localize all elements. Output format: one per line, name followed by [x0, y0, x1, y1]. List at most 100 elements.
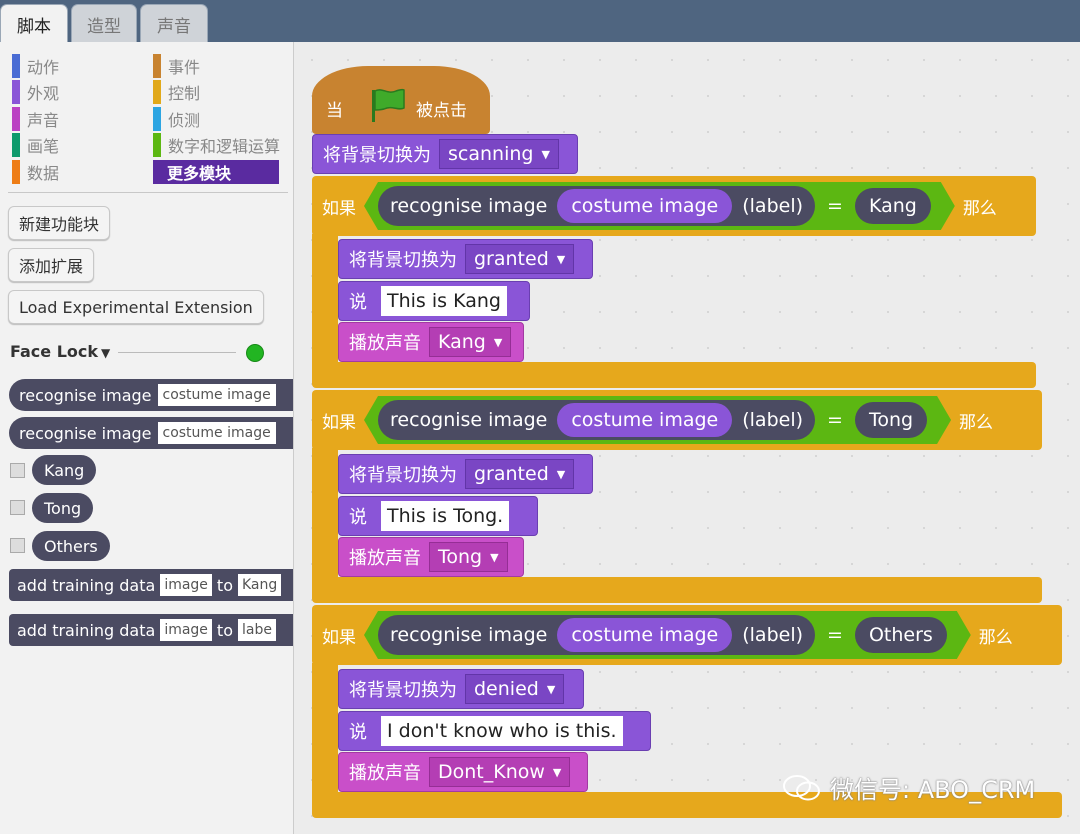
play-sound-block[interactable]: 播放声音 Tong ▼	[338, 537, 524, 577]
category-label: 数据	[27, 164, 60, 183]
tab-scripts[interactable]: 脚本	[0, 4, 68, 44]
category-sound[interactable]: 声音	[12, 107, 59, 131]
label-others-checkbox[interactable]	[10, 538, 25, 553]
say-text-input[interactable]: This is Tong.	[381, 501, 510, 531]
equals-operator-block[interactable]: recognise image costume image (label) = …	[364, 396, 951, 444]
equals-operator-block[interactable]: recognise image costume image (label) = …	[364, 611, 971, 659]
dropdown-value: Kang	[438, 331, 486, 353]
block-label: recognise image	[19, 423, 152, 443]
switch-backdrop-block[interactable]: 将背景切换为 denied ▼	[338, 669, 584, 709]
make-block-button[interactable]: 新建功能块	[8, 206, 111, 240]
backdrop-dropdown[interactable]: denied ▼	[465, 674, 565, 704]
tab-sounds[interactable]: 声音	[140, 4, 208, 44]
block-label: 说	[349, 507, 367, 528]
category-data[interactable]: 数据	[12, 160, 59, 184]
if-then-block[interactable]: 如果 recognise image costume image (label)…	[312, 605, 1062, 665]
block-label: to	[216, 575, 233, 595]
costume-image-reporter[interactable]: costume image	[557, 403, 732, 437]
label-value-reporter[interactable]: Others	[855, 617, 947, 653]
dropdown-arrow-icon: ▼	[556, 252, 566, 266]
add-extension-button[interactable]: 添加扩展	[8, 248, 95, 282]
recognise-image-reporter[interactable]: recognise image costume image (label)	[378, 400, 815, 440]
then-label: 那么	[962, 198, 997, 219]
say-block[interactable]: 说 I don't know who is this.	[338, 711, 651, 751]
if-block-bottom	[312, 577, 1042, 603]
wechat-icon	[783, 774, 820, 800]
add-training-data-block[interactable]: add training data image to Kang	[9, 569, 293, 601]
backdrop-dropdown[interactable]: granted ▼	[465, 459, 575, 489]
category-label: 控制	[168, 84, 201, 103]
costume-image-reporter[interactable]: costume image	[557, 618, 732, 652]
label-others-reporter[interactable]: Others	[32, 531, 110, 561]
label-kang-reporter[interactable]: Kang	[32, 455, 97, 485]
category-color-swatch	[12, 160, 20, 184]
if-then-block[interactable]: 如果 recognise image costume image (label)…	[312, 390, 1042, 450]
label-value-reporter[interactable]: Kang	[855, 188, 931, 224]
backdrop-dropdown[interactable]: scanning ▼	[439, 139, 559, 169]
if-block-arm	[312, 663, 338, 795]
say-text-input[interactable]: I don't know who is this.	[381, 716, 623, 746]
if-label: 如果	[322, 627, 356, 648]
if-then-block[interactable]: 如果 recognise image costume image (label)…	[312, 176, 1036, 236]
extension-divider	[118, 352, 236, 353]
recognise-image-reporter[interactable]: recognise image costume image (label)	[378, 615, 815, 655]
load-experimental-extension-button[interactable]: Load Experimental Extension	[8, 290, 264, 324]
category-color-swatch	[12, 133, 20, 157]
sound-dropdown[interactable]: Tong ▼	[429, 542, 508, 572]
equals-sign: =	[827, 195, 843, 217]
block-input-slot[interactable]: Kang	[237, 574, 282, 596]
say-block[interactable]: 说 This is Kang	[338, 281, 530, 321]
tab-costumes[interactable]: 造型	[71, 4, 137, 44]
equals-operator-block[interactable]: recognise image costume image (label) = …	[364, 182, 955, 230]
block-input-slot[interactable]: image	[160, 619, 212, 641]
category-operators[interactable]: 数字和逻辑运算	[153, 133, 280, 157]
play-sound-block[interactable]: 播放声音 Dont_Know ▼	[338, 752, 588, 792]
sound-dropdown[interactable]: Dont_Know ▼	[429, 757, 571, 787]
category-color-swatch	[153, 133, 161, 157]
label-kang-checkbox[interactable]	[10, 463, 25, 478]
label-tong-reporter[interactable]: Tong	[32, 493, 94, 523]
block-label: (label)	[742, 195, 804, 217]
sound-dropdown[interactable]: Kang ▼	[429, 327, 512, 357]
category-color-swatch	[153, 80, 161, 104]
block-label: 播放声音	[349, 333, 421, 354]
category-label: 数字和逻辑运算	[168, 137, 281, 156]
chevron-down-icon[interactable]: ▼	[101, 346, 110, 360]
recognise-image-reporter[interactable]: recognise image costume image	[9, 417, 293, 449]
category-more-blocks[interactable]: 更多模块	[153, 160, 279, 184]
block-label: 说	[349, 722, 367, 743]
category-events[interactable]: 事件	[153, 54, 200, 78]
block-input-slot[interactable]: costume image	[157, 384, 276, 406]
label-tong-checkbox[interactable]	[10, 500, 25, 515]
block-label: recognise image	[19, 385, 152, 405]
say-text-input[interactable]: This is Kang	[381, 286, 507, 316]
category-label: 事件	[168, 58, 201, 77]
block-label: add training data	[17, 575, 156, 595]
watermark: 微信号: ABO_CRM	[782, 770, 1035, 805]
label-value-reporter[interactable]: Tong	[855, 402, 927, 438]
category-looks[interactable]: 外观	[12, 80, 59, 104]
switch-backdrop-block[interactable]: 将背景切换为 granted ▼	[338, 454, 593, 494]
when-flag-clicked-block[interactable]: 当 被点击	[312, 66, 490, 134]
recognise-image-reporter[interactable]: recognise image costume image	[9, 379, 293, 411]
then-label: 那么	[959, 412, 994, 433]
switch-backdrop-block[interactable]: 将背景切换为 granted ▼	[338, 239, 593, 279]
costume-image-reporter[interactable]: costume image	[557, 189, 732, 223]
backdrop-dropdown[interactable]: granted ▼	[465, 244, 575, 274]
block-input-slot[interactable]: costume image	[157, 422, 276, 444]
category-sensing[interactable]: 侦测	[153, 107, 200, 131]
add-training-data-block[interactable]: add training data image to labe	[9, 614, 293, 646]
block-input-slot[interactable]: image	[160, 574, 212, 596]
say-block[interactable]: 说 This is Tong.	[338, 496, 538, 536]
category-label: 画笔	[27, 137, 60, 156]
block-input-slot[interactable]: labe	[237, 619, 276, 641]
category-control[interactable]: 控制	[153, 80, 200, 104]
switch-backdrop-block[interactable]: 将背景切换为 scanning ▼	[312, 134, 578, 174]
recognise-image-reporter[interactable]: recognise image costume image (label)	[378, 186, 815, 226]
category-pen[interactable]: 画笔	[12, 133, 59, 157]
if-label: 如果	[322, 198, 356, 219]
block-label: (label)	[742, 409, 804, 431]
play-sound-block[interactable]: 播放声音 Kang ▼	[338, 322, 524, 362]
extension-header[interactable]: Face Lock ▼	[10, 342, 110, 361]
category-motion[interactable]: 动作	[12, 54, 59, 78]
